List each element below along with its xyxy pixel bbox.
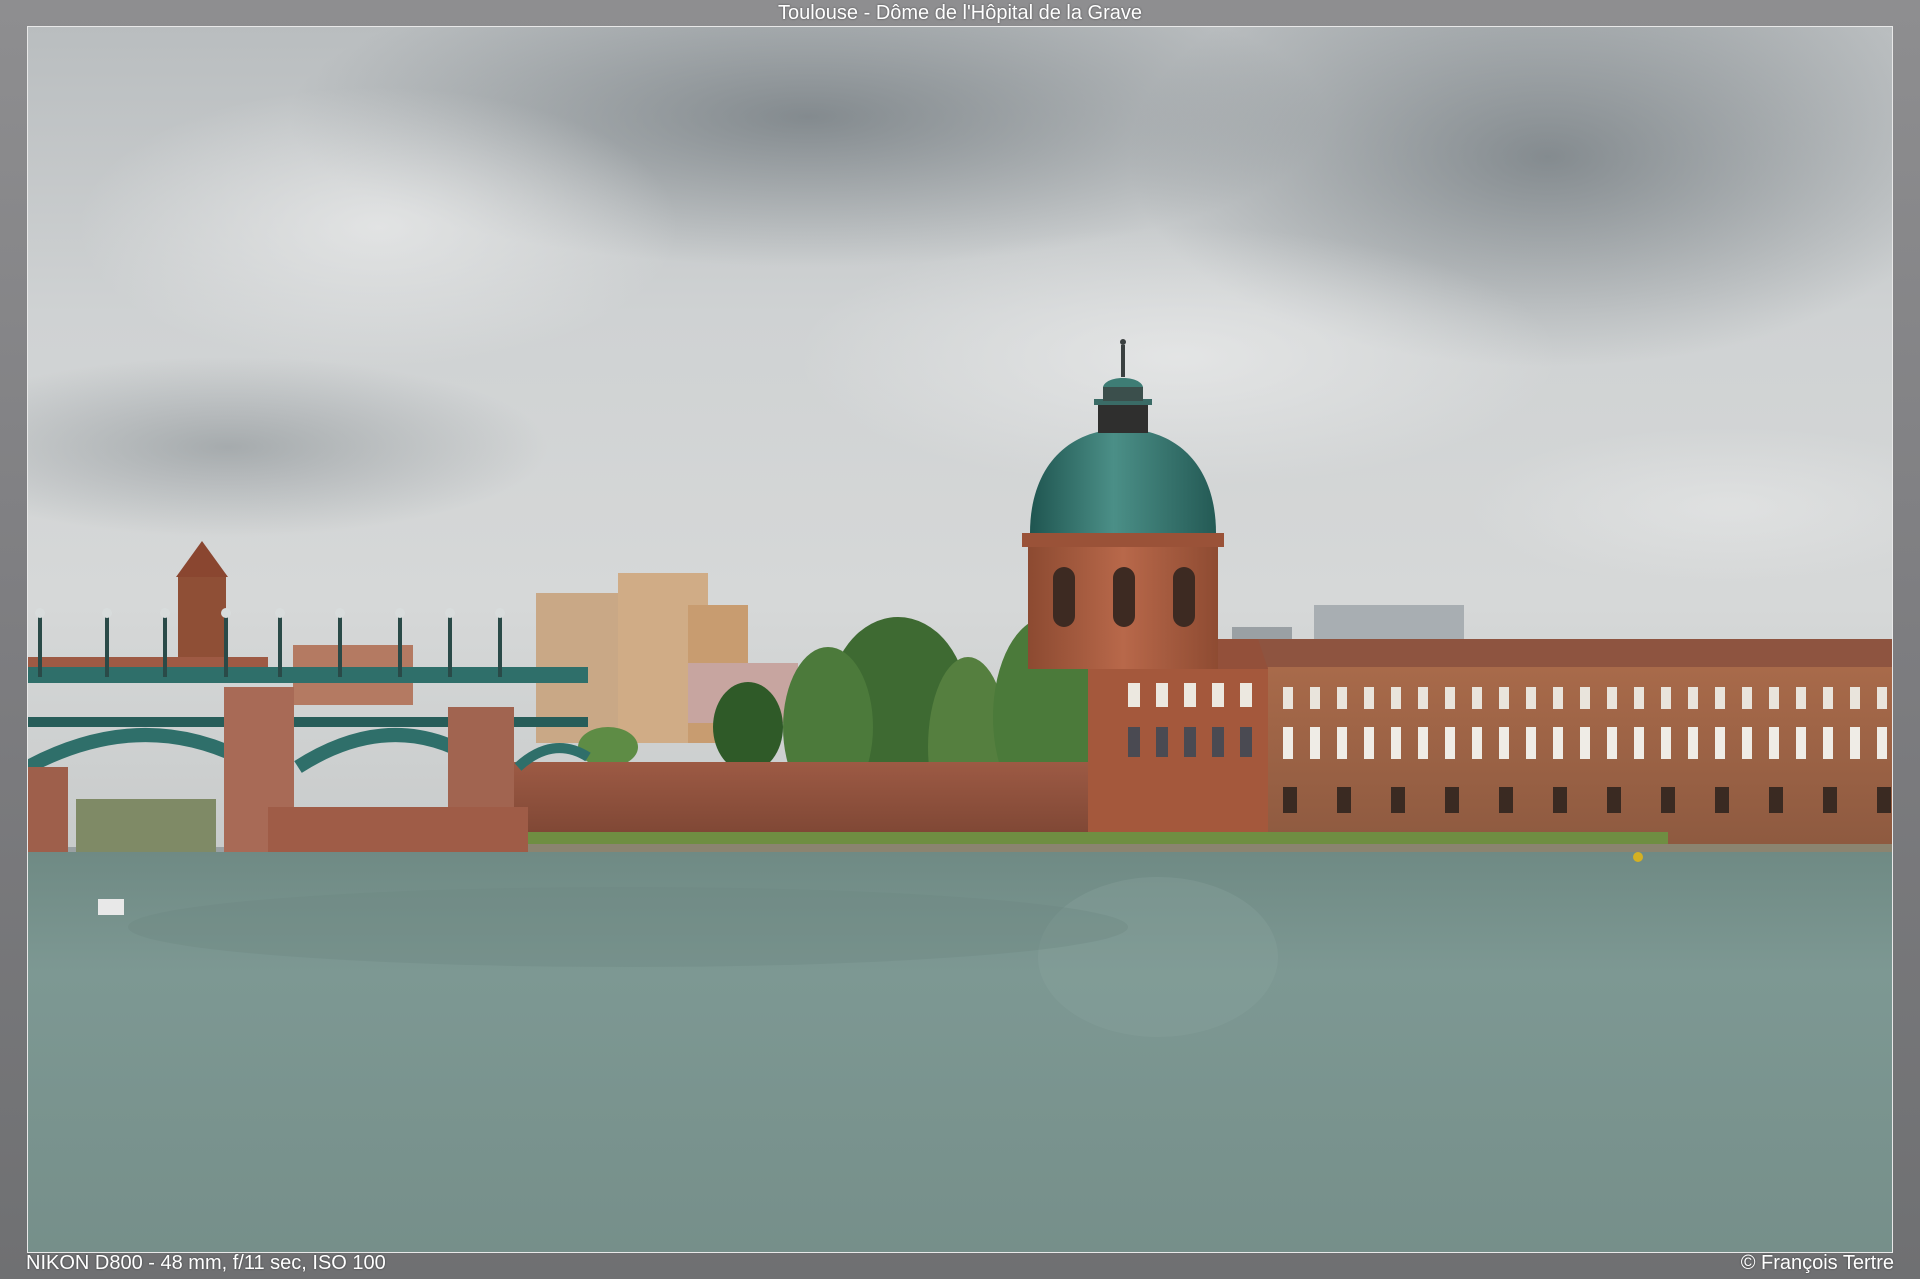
window <box>1661 687 1671 709</box>
lamp-globe <box>160 608 170 618</box>
window <box>1661 787 1675 813</box>
window <box>1283 787 1297 813</box>
window <box>1364 727 1374 759</box>
exif-caption: NIKON D800 - 48 mm, f/11 sec, ISO 100 <box>26 1252 386 1274</box>
window <box>1688 727 1698 759</box>
lamppost <box>224 617 228 677</box>
window <box>1607 727 1617 759</box>
lamppost <box>398 617 402 677</box>
window <box>1391 687 1401 709</box>
window <box>1850 727 1860 759</box>
river-buoy <box>1633 852 1643 862</box>
window <box>1850 687 1860 709</box>
lamppost <box>338 617 342 677</box>
light-cloud <box>78 87 678 367</box>
window <box>1472 727 1482 759</box>
window <box>1553 787 1567 813</box>
lamppost <box>498 617 502 677</box>
window <box>1418 727 1428 759</box>
window <box>1212 683 1224 707</box>
window <box>1337 687 1347 709</box>
window <box>1823 727 1833 759</box>
window <box>1553 687 1563 709</box>
window <box>1796 727 1806 759</box>
lamp-globe <box>275 608 285 618</box>
photo-scene <box>28 27 1892 1252</box>
window <box>1823 687 1833 709</box>
lamp-globe <box>445 608 455 618</box>
window <box>1445 787 1459 813</box>
window <box>1445 727 1455 759</box>
window <box>1742 687 1752 709</box>
window <box>1499 787 1513 813</box>
window <box>1283 727 1293 759</box>
window <box>1553 727 1563 759</box>
window <box>1796 687 1806 709</box>
window <box>1499 687 1509 709</box>
window <box>1472 687 1482 709</box>
window <box>1580 687 1590 709</box>
window <box>1240 683 1252 707</box>
lamp-globe <box>335 608 345 618</box>
window <box>1877 687 1887 709</box>
dome-reflection <box>1038 877 1278 1037</box>
window <box>1499 727 1509 759</box>
window <box>1526 727 1536 759</box>
window <box>1877 787 1891 813</box>
lamp-globe <box>395 608 405 618</box>
lamppost <box>38 617 42 677</box>
lamp-globe <box>102 608 112 618</box>
window <box>1607 787 1621 813</box>
window <box>1418 687 1428 709</box>
window <box>1364 687 1374 709</box>
window <box>1391 787 1405 813</box>
window <box>1823 787 1837 813</box>
riverbank-edge <box>528 844 1892 852</box>
window <box>1607 687 1617 709</box>
lamp-globe <box>221 608 231 618</box>
window <box>1715 687 1725 709</box>
window <box>1877 727 1887 759</box>
window <box>1445 687 1455 709</box>
photo-frame: Toulouse - Dôme de l'Hôpital de la Grave <box>0 0 1920 1279</box>
window <box>1769 687 1779 709</box>
window <box>1310 727 1320 759</box>
window <box>1337 727 1347 759</box>
lamppost <box>278 617 282 677</box>
riverbank-grass <box>528 832 1668 844</box>
lamppost <box>105 617 109 677</box>
lamp-globe <box>495 608 505 618</box>
window <box>1634 727 1644 759</box>
window <box>1337 787 1351 813</box>
photo-title: Toulouse - Dôme de l'Hôpital de la Grave <box>777 2 1142 24</box>
window <box>1156 683 1168 707</box>
window <box>1184 683 1196 707</box>
window <box>1156 727 1168 757</box>
window <box>1742 727 1752 759</box>
window <box>1661 727 1671 759</box>
lamppost <box>163 617 167 677</box>
window <box>1310 687 1320 709</box>
depth-marker <box>98 899 124 915</box>
photograph <box>27 26 1893 1253</box>
window <box>1212 727 1224 757</box>
window <box>1769 787 1783 813</box>
lamppost <box>448 617 452 677</box>
water-shadow <box>128 887 1128 967</box>
window <box>1184 727 1196 757</box>
window <box>1128 727 1140 757</box>
window <box>1283 687 1293 709</box>
window <box>1526 687 1536 709</box>
window <box>1240 727 1252 757</box>
window <box>1715 787 1729 813</box>
lamp-globe <box>35 608 45 618</box>
window <box>1391 727 1401 759</box>
window <box>1634 687 1644 709</box>
photo-credit: © François Tertre <box>1740 1252 1894 1274</box>
window <box>1128 683 1140 707</box>
window <box>1688 687 1698 709</box>
window <box>1769 727 1779 759</box>
window <box>1715 727 1725 759</box>
window <box>1580 727 1590 759</box>
